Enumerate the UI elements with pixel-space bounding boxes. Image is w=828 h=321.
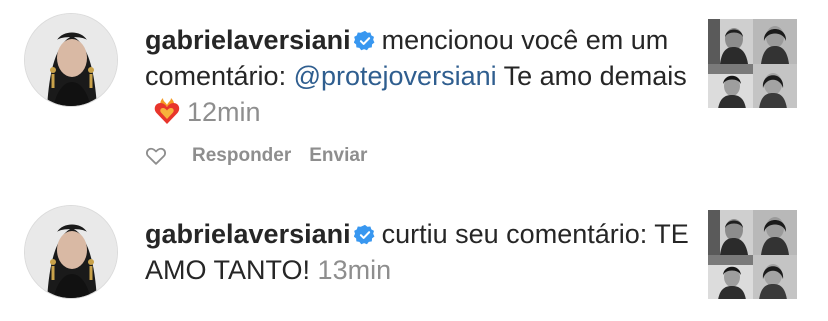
avatar[interactable]: [24, 13, 118, 107]
thumbnail-photo: [708, 210, 753, 255]
avatar[interactable]: [24, 205, 118, 299]
notification-item[interactable]: gabrielaversiani curtiu seu comentário: T…: [0, 190, 828, 321]
timestamp: 12min: [187, 97, 261, 127]
username[interactable]: gabrielaversiani: [145, 219, 351, 249]
mention-link[interactable]: @protejoversiani: [294, 61, 497, 91]
thumbnail-photo: [708, 63, 753, 108]
post-thumbnail[interactable]: [708, 210, 797, 299]
timestamp: 13min: [317, 255, 392, 285]
action-text: curtiu seu comentário:: [381, 219, 648, 249]
reply-button[interactable]: Responder: [192, 145, 291, 167]
notification-text: gabrielaversiani curtiu seu comentário: T…: [145, 216, 690, 288]
notification-item[interactable]: gabrielaversiani mencionou você em um com…: [0, 0, 828, 190]
thumbnail-photo: [752, 19, 797, 64]
heart-on-fire-icon: [154, 98, 180, 124]
thumbnail-photo: [708, 254, 753, 299]
like-heart-icon[interactable]: [145, 145, 167, 167]
thumbnail-photo: [752, 210, 797, 255]
verified-badge-icon: [353, 30, 375, 51]
thumbnail-photo: [708, 19, 753, 64]
comment-actions: Responder Enviar: [145, 142, 367, 170]
verified-badge-icon: [353, 224, 375, 245]
thumbnail-photo: [752, 254, 797, 299]
thumbnail-photo: [752, 63, 797, 108]
comment-text: Te amo demais: [503, 61, 687, 91]
send-button[interactable]: Enviar: [309, 145, 367, 167]
post-thumbnail[interactable]: [708, 19, 797, 108]
notification-text: gabrielaversiani mencionou você em um com…: [145, 22, 690, 130]
username[interactable]: gabrielaversiani: [145, 25, 351, 55]
